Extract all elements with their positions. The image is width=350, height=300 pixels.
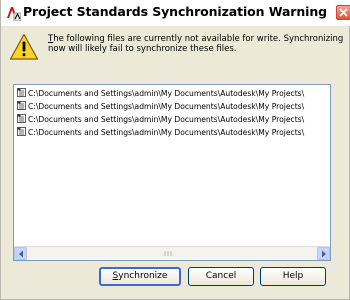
dialog-window: Project Standards Synchronization Warnin… <box>0 0 350 300</box>
file-icon <box>17 114 26 123</box>
scroll-right-button[interactable] <box>317 247 330 260</box>
scroll-left-button[interactable] <box>14 247 27 260</box>
window-title: Project Standards Synchronization Warnin… <box>23 4 327 19</box>
help-button[interactable]: Help <box>260 267 326 286</box>
autocad-icon <box>5 5 21 21</box>
file-path: C:\Documents and Settings\admin\My Docum… <box>28 102 305 111</box>
scroll-grip-icon <box>164 251 172 256</box>
synchronize-button[interactable]: Synchronize <box>99 267 181 286</box>
warning-message: The following files are currently not av… <box>48 34 344 54</box>
title-bar[interactable]: Project Standards Synchronization Warnin… <box>1 0 350 26</box>
file-icon <box>17 88 26 97</box>
file-icon <box>17 101 26 110</box>
file-path: C:\Documents and Settings\admin\My Docum… <box>28 115 305 124</box>
list-item[interactable]: C:\Documents and Settings\admin\My Docum… <box>17 114 329 125</box>
message-text: he following files are currently not ava… <box>48 34 344 54</box>
cancel-button[interactable]: Cancel <box>188 267 254 286</box>
close-icon <box>339 8 348 17</box>
list-item[interactable]: C:\Documents and Settings\admin\My Docum… <box>17 88 329 99</box>
list-item[interactable]: C:\Documents and Settings\admin\My Docum… <box>17 101 329 112</box>
file-list[interactable]: C:\Documents and Settings\admin\My Docum… <box>13 84 331 261</box>
file-path: C:\Documents and Settings\admin\My Docum… <box>28 89 305 98</box>
arrow-left-icon <box>19 250 23 258</box>
arrow-right-icon <box>322 250 326 258</box>
synchronize-label: ynchronize <box>118 271 168 281</box>
file-icon <box>17 127 26 136</box>
list-item[interactable]: C:\Documents and Settings\admin\My Docum… <box>17 127 329 138</box>
close-button[interactable] <box>336 5 350 20</box>
horizontal-scrollbar[interactable] <box>14 246 330 260</box>
file-path: C:\Documents and Settings\admin\My Docum… <box>28 128 305 137</box>
warning-icon <box>9 33 39 60</box>
